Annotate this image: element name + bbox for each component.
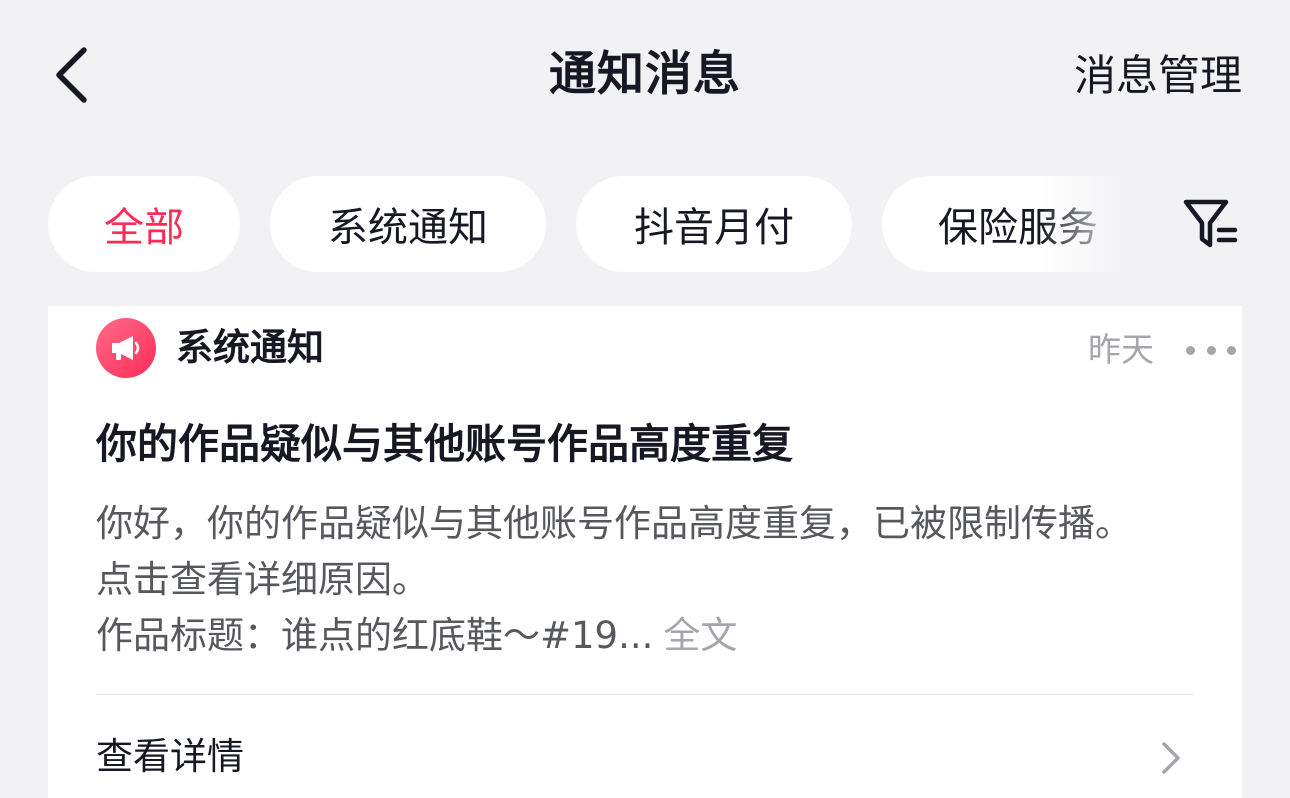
timestamp: 昨天 <box>1088 330 1154 369</box>
notification-title: 你的作品疑似与其他账号作品高度重复 <box>96 420 793 468</box>
filter-icon <box>1183 199 1238 248</box>
work-title-text: 作品标题：谁点的红底鞋～#19... <box>96 614 654 657</box>
more-dots-icon <box>1227 345 1236 355</box>
card-header: 系统通知 昨天 <box>96 318 1236 388</box>
body-line-title: 作品标题：谁点的红底鞋～#19... 全文 <box>96 608 1196 664</box>
notification-card[interactable]: 系统通知 昨天 你的作品疑似与其他账号作品高度重复 你好，你的作品疑似与其他账号… <box>48 306 1242 798</box>
view-details-label: 查看详情 <box>96 735 244 778</box>
notification-page: 通知消息 消息管理 全部 系统通知 抖音月付 保险服务 系统通知 昨天 你的作品… <box>0 0 1290 798</box>
source-label: 系统通知 <box>176 326 324 369</box>
tab-system-notice[interactable]: 系统通知 <box>270 176 546 272</box>
notification-body: 你好，你的作品疑似与其他账号作品高度重复，已被限制传播。 点击查看详细原因。 作… <box>96 496 1196 664</box>
body-line: 点击查看详细原因。 <box>96 558 429 601</box>
more-options-button[interactable] <box>1186 332 1236 368</box>
message-manage-button[interactable]: 消息管理 <box>1074 48 1242 104</box>
divider <box>96 694 1194 695</box>
tab-insurance-service[interactable]: 保险服务 <box>882 176 1140 272</box>
megaphone-icon <box>96 318 156 378</box>
nav-header: 通知消息 消息管理 <box>0 0 1290 150</box>
tab-douyin-monthly-pay[interactable]: 抖音月付 <box>576 176 852 272</box>
chevron-right-icon <box>1156 738 1186 778</box>
tab-all[interactable]: 全部 <box>48 176 240 272</box>
view-details-row[interactable]: 查看详情 <box>96 724 1194 794</box>
body-line: 你好，你的作品疑似与其他账号作品高度重复，已被限制传播。 <box>96 502 1132 545</box>
filter-tabs: 全部 系统通知 抖音月付 保险服务 <box>0 176 1290 272</box>
filter-button[interactable] <box>1178 192 1242 256</box>
more-dots-icon <box>1186 345 1195 355</box>
full-text-link[interactable]: 全文 <box>663 614 737 657</box>
more-dots-icon <box>1206 345 1216 355</box>
